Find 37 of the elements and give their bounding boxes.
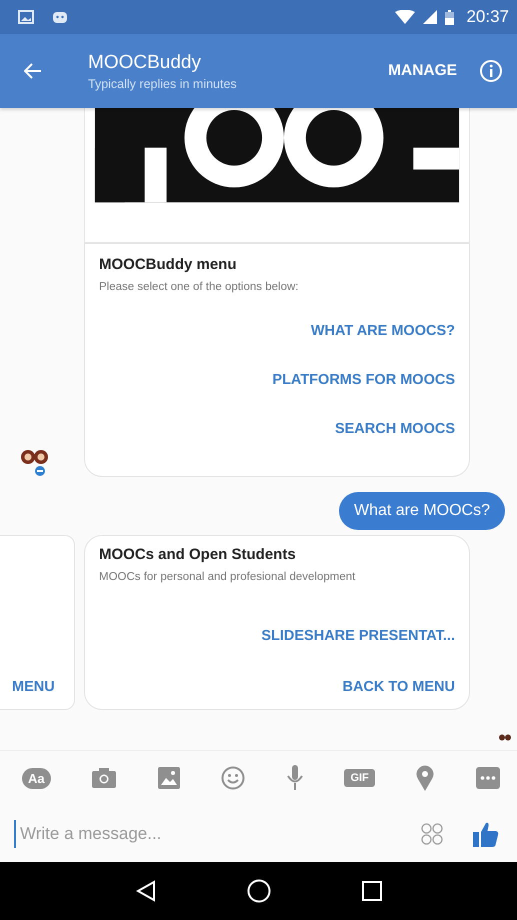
card-action-button[interactable]: BACK TO MENU [340,679,457,695]
seen-avatar-icon [499,734,511,741]
chat-title: MOOCBuddy [88,52,202,74]
message-input-field[interactable]: Write a message... [14,820,401,848]
thumbs-up-icon[interactable] [473,820,499,846]
user-message-bubble: What are MOOCs? [338,492,505,530]
info-icon[interactable] [479,59,503,83]
manage-button[interactable]: MANAGE [384,58,461,84]
battery-icon [445,10,454,24]
wifi-icon [395,10,416,24]
clock-time: 20:37 [466,7,509,27]
camera-icon[interactable] [92,768,116,788]
menu-option-button[interactable]: WHAT ARE MOOCS? [308,323,457,339]
image-icon[interactable] [158,767,180,789]
android-notification-icon [52,10,68,24]
card-action-button[interactable]: MENU [10,679,57,695]
stickers-icon[interactable] [421,822,443,844]
toolbar-label-button[interactable]: GIF [344,769,375,787]
card-subtitle: Please select one of the options below: [99,281,300,293]
back-triangle-icon[interactable] [136,880,156,902]
card-subtitle: MOOCs for personal and profesional development [99,571,356,583]
signal-icon [423,10,438,24]
microphone-icon[interactable] [286,765,303,791]
more-icon[interactable] [476,767,500,789]
recents-square-icon[interactable] [362,881,382,901]
toolbar-label-button[interactable]: Aa [22,768,51,788]
menu-option-button[interactable]: PLATFORMS FOR MOOCS [270,372,457,388]
card-action-button[interactable]: SLIDESHARE PRESENTAT... [259,628,457,644]
gallery-notification-icon [18,10,34,24]
chat-subtitle: Typically replies in minutes [88,76,238,90]
bot-avatar-icon [20,447,50,477]
home-circle-icon[interactable] [246,879,270,903]
menu-option-button[interactable]: SEARCH MOOCS [332,421,457,437]
card-title: MOOCBuddy menu [99,256,238,273]
location-pin-icon[interactable] [416,765,434,791]
card-title: MOOCs and Open Students [99,546,297,563]
smiley-icon[interactable] [221,766,246,790]
